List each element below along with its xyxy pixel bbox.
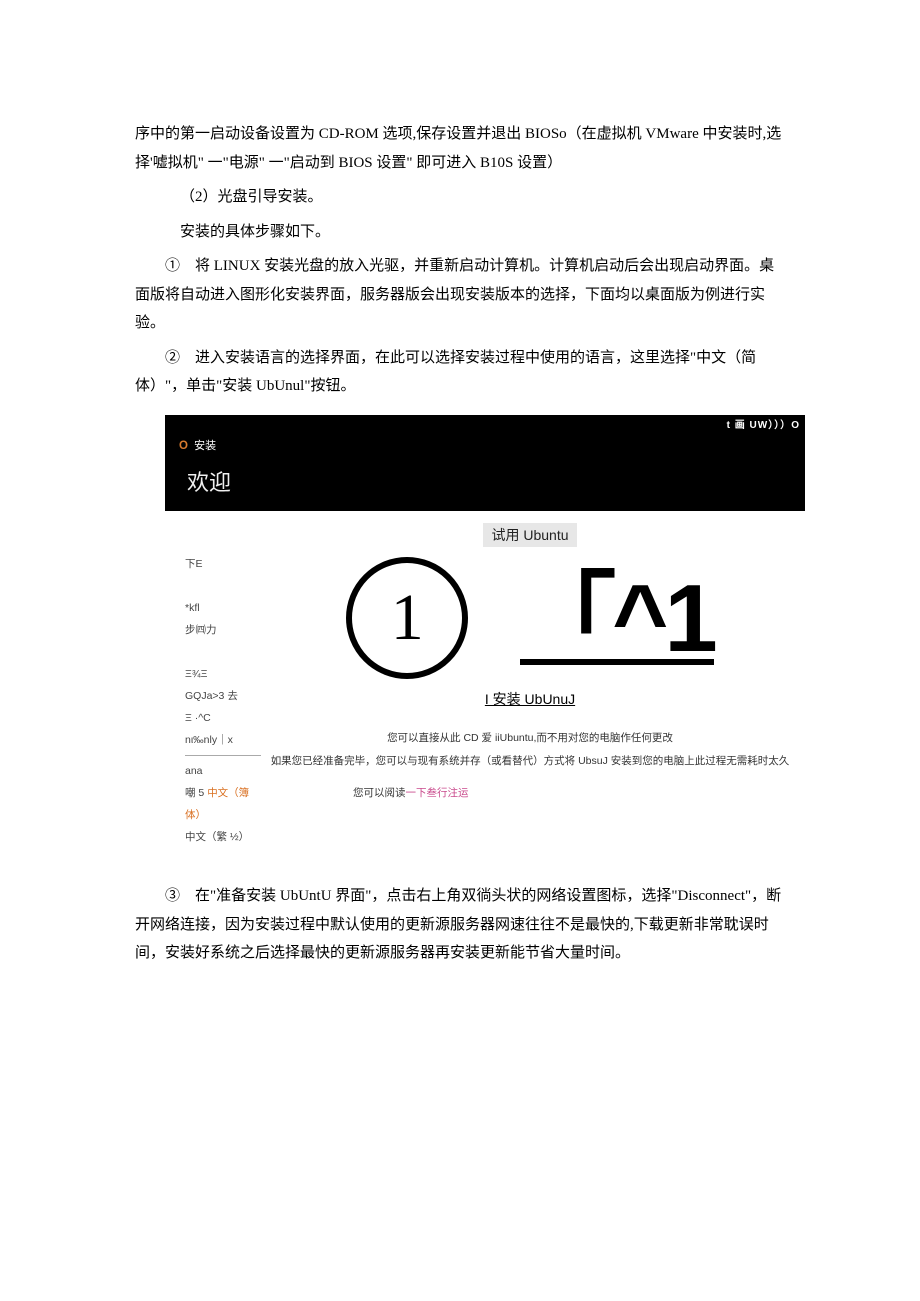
paragraph: （2）光盘引导安装。: [135, 183, 785, 212]
list-item-3: ③ 在"准备安装 UbUntU 界面"，点击右上角双徜头状的网络设置图标，选择"…: [135, 882, 785, 968]
option-install-icon: 「^1: [520, 578, 713, 666]
window-statusbar: t 画 UW）））O: [165, 415, 805, 429]
document-body: 序中的第一启动设备设置为 CD-ROM 选项,保存设置并退出 BIOSo（在虚拟…: [135, 120, 785, 401]
list-item-2: ② 进入安装语言的选择界面，在此可以选择安装过程中使用的语言，这里选择"中文（简…: [135, 344, 785, 401]
window-title: 安装: [194, 440, 216, 452]
list-item-1: ① 将 LINUX 安装光盘的放入光驱，并重新启动计算机。计算机启动后会出现启动…: [135, 252, 785, 338]
language-item[interactable]: 中文（繁 ½）: [185, 826, 261, 848]
window-titlebar: O 安装 欢迎: [165, 429, 805, 511]
language-item[interactable]: ana: [185, 760, 261, 782]
language-item[interactable]: Ξ ·^C: [185, 707, 261, 729]
document-body-after: ③ 在"准备安装 UbUntU 界面"，点击右上角双徜头状的网络设置图标，选择"…: [135, 882, 785, 968]
release-notes-link[interactable]: 一下叁行注运: [406, 787, 469, 799]
description-line: 您可以直接从此 CD 爱 iiUbuntu,而不用对您的电脑作任何更改: [271, 727, 790, 750]
paragraph: 序中的第一启动设备设置为 CD-ROM 选项,保存设置并退出 BIOSo（在虚拟…: [135, 120, 785, 177]
install-ubuntu-button[interactable]: I 安装 UbUnuJ: [485, 689, 575, 709]
language-item[interactable]: 下E: [185, 553, 261, 575]
close-icon[interactable]: O: [179, 440, 188, 452]
language-item[interactable]: 步㈣力: [185, 619, 261, 641]
paragraph: 安装的具体步骤如下。: [135, 218, 785, 247]
language-item[interactable]: nι‰nly｜x: [185, 729, 261, 751]
language-item[interactable]: Ξ¾Ξ: [185, 663, 261, 685]
installer-screenshot: t 画 UW）））O O 安装 欢迎 下E *kfl 步㈣力 Ξ¾Ξ GQJa>…: [165, 415, 805, 859]
release-notes-line: 您可以阅读一下叁行注运: [261, 785, 799, 800]
language-item[interactable]: GQJa>3 去: [185, 685, 261, 707]
option-circle-icon: 1: [346, 557, 468, 679]
language-item-selected[interactable]: 嘲 5 中文（簿体）: [185, 782, 261, 826]
welcome-heading: 欢迎: [187, 465, 795, 497]
description-line: 如果您已经准备完毕，您可以与现有系统并存（或看替代）方式将 UbsuJ 安装到您…: [271, 750, 790, 773]
option-icons: 1 「^1: [346, 557, 713, 679]
try-ubuntu-button[interactable]: 试用 Ubuntu: [483, 523, 576, 547]
language-list[interactable]: 下E *kfl 步㈣力 Ξ¾Ξ GQJa>3 去 Ξ ·^C nι‰nly｜x …: [185, 521, 261, 849]
language-item[interactable]: *kfl: [185, 597, 261, 619]
